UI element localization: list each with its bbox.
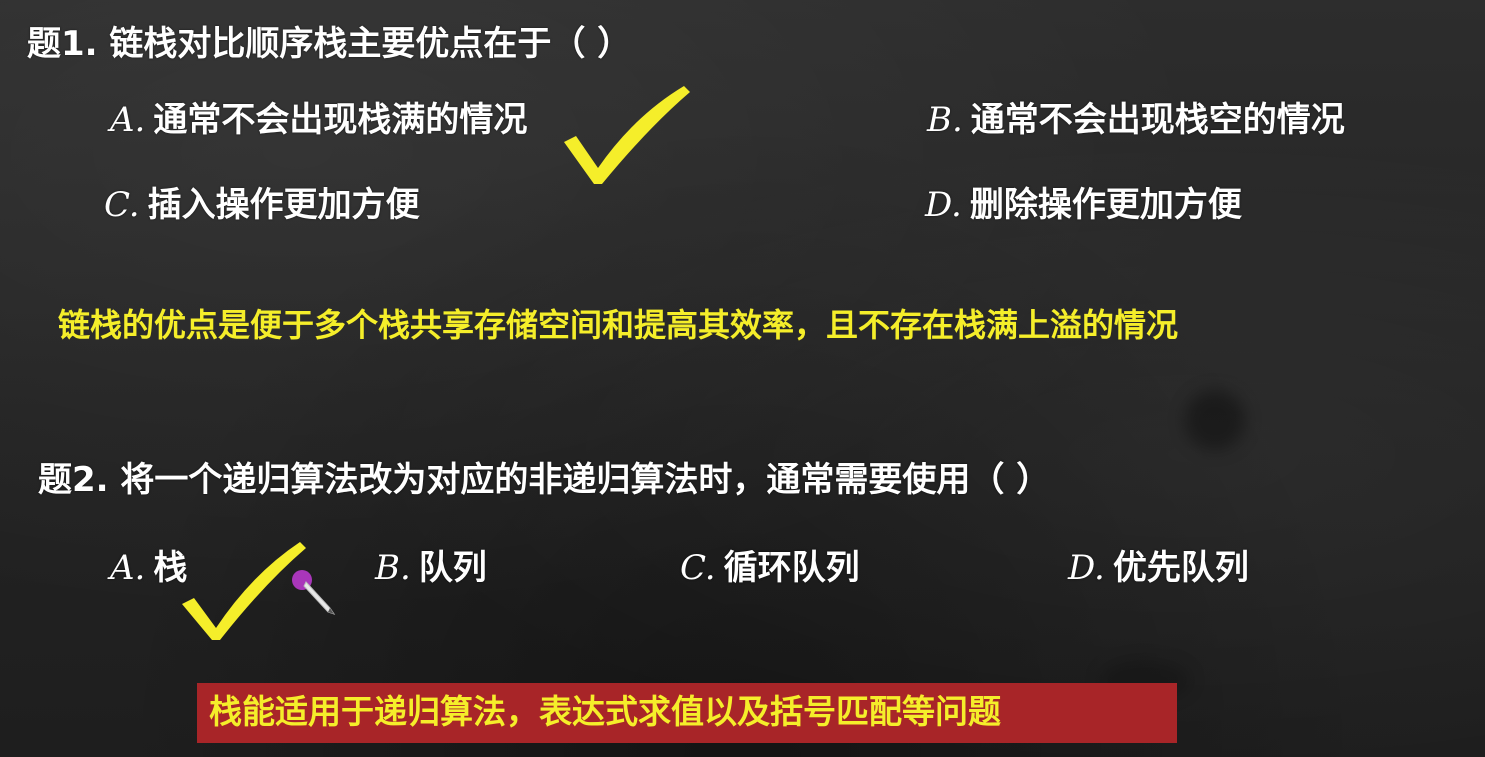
pen-cursor-icon (292, 570, 336, 615)
option-letter: C. (680, 548, 716, 588)
option-letter: A. (110, 548, 146, 588)
option-letter: B. (375, 548, 411, 588)
option-letter: B. (927, 100, 963, 140)
question-2-option-c: C. 循环队列 (680, 551, 860, 585)
question-2-stem: 题2. 将一个递归算法改为对应的非递归算法时，通常需要使用（ ） (38, 460, 1051, 500)
option-letter: D. (925, 185, 962, 225)
option-letter: D. (1068, 548, 1105, 588)
option-text: 优先队列 (1112, 548, 1249, 588)
question-1-explanation: 链栈的优点是便于多个栈共享存储空间和提高其效率，且不存在栈满上溢的情况 (58, 306, 1179, 344)
smudge (1185, 390, 1245, 450)
option-text: 通常不会出现栈满的情况 (153, 100, 528, 140)
option-text: 删除操作更加方便 (969, 185, 1242, 225)
option-letter: C. (104, 185, 140, 225)
question-2-explanation-banner: 栈能适用于递归算法，表达式求值以及括号匹配等问题 (197, 683, 1177, 743)
question-1-option-c: C. 插入操作更加方便 (104, 188, 420, 222)
option-text: 通常不会出现栈空的情况 (970, 100, 1345, 140)
question-1-option-b: B. 通常不会出现栈空的情况 (927, 103, 1345, 137)
option-text: 循环队列 (723, 548, 860, 588)
question-1-option-d: D. 删除操作更加方便 (925, 188, 1242, 222)
chalkboard: 题1. 链栈对比顺序栈主要优点在于（ ） A. 通常不会出现栈满的情况 B. 通常不… (0, 0, 1485, 757)
question-1-stem: 题1. 链栈对比顺序栈主要优点在于（ ） (27, 24, 632, 64)
question-2-option-b: B. 队列 (375, 551, 487, 585)
option-letter: A. (110, 100, 146, 140)
question-2-explanation: 栈能适用于递归算法，表达式求值以及括号匹配等问题 (209, 692, 1001, 731)
question-2-option-d: D. 优先队列 (1068, 551, 1249, 585)
check-icon (564, 86, 690, 184)
option-text: 插入操作更加方便 (147, 185, 420, 225)
question-1-option-a: A. 通常不会出现栈满的情况 (110, 103, 527, 137)
option-text: 队列 (418, 548, 487, 588)
